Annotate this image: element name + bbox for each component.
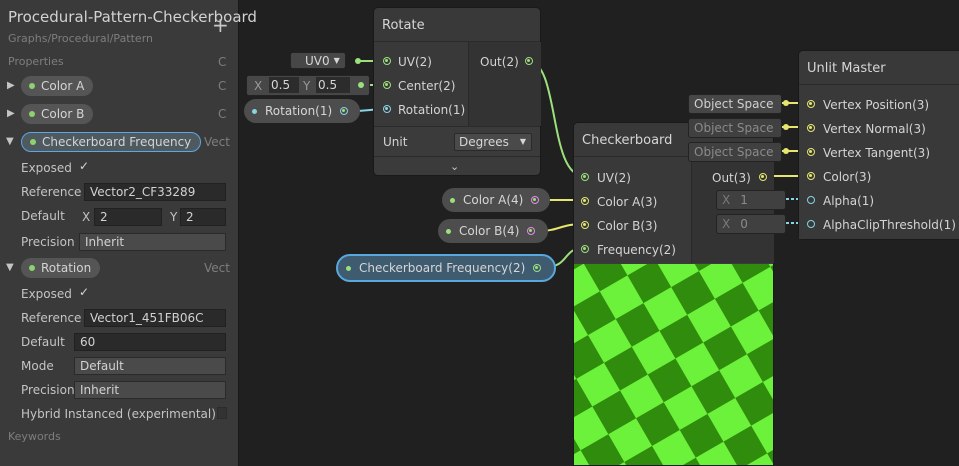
input-label: Color(3): [823, 170, 872, 184]
input-label: Color B(3): [597, 219, 658, 233]
center-x-value[interactable]: 0.5: [269, 77, 299, 93]
uv-channel-value: UV0: [305, 53, 330, 68]
input-label: Vertex Position(3): [823, 98, 930, 112]
center-port-dot-icon: [358, 82, 364, 88]
input-label: Vertex Normal(3): [823, 122, 926, 136]
checkerboard-node[interactable]: Checkerboard UV(2) Color A(3) Color B(3)…: [573, 122, 774, 466]
input-port-icon[interactable]: [581, 173, 589, 181]
space-dropdown-vertex-normal[interactable]: Object Space: [688, 118, 782, 138]
input-port-icon[interactable]: [581, 197, 589, 205]
color-a-property-node[interactable]: Color A(4): [442, 188, 550, 212]
input-label: UV(2): [597, 171, 631, 185]
input-port-icon[interactable]: [581, 221, 589, 229]
rotate-outputs: Out(2): [468, 42, 541, 126]
clip-value: 0: [740, 217, 748, 231]
input-label: Color A(3): [597, 195, 658, 209]
input-port-icon[interactable]: [807, 220, 815, 228]
output-port-icon[interactable]: [533, 264, 542, 272]
uv-port-dot-icon: [355, 58, 361, 64]
rotate-node-title: Rotate: [374, 8, 540, 42]
input-label: UV(2): [398, 55, 432, 69]
center-y-value[interactable]: 0.5: [316, 77, 350, 93]
checkerboard-outputs: Out(3): [691, 157, 774, 263]
output-port-icon[interactable]: [527, 227, 536, 235]
rotate-inputs: UV(2) Center(2) Rotation(1): [374, 42, 468, 126]
center-vector-field[interactable]: X 0.5 Y 0.5: [246, 75, 370, 96]
divider: [374, 156, 540, 157]
input-port-icon[interactable]: [581, 245, 589, 253]
space-dropdown-vertex-position[interactable]: Object Space: [688, 94, 782, 114]
input-port-icon[interactable]: [383, 57, 391, 65]
input-label: Vertex Tangent(3): [823, 146, 930, 160]
checkerboard-inputs: UV(2) Color A(3) Color B(3) Frequency(2): [574, 157, 691, 263]
collapse-chevron-icon[interactable]: ⌄: [450, 160, 459, 173]
uv-channel-dropdown[interactable]: UV0 ▼: [290, 52, 346, 69]
color-a-property-label: Color A(4): [463, 193, 524, 207]
unit-dropdown-value: Degrees: [459, 135, 509, 149]
checkerboard-preview: [574, 264, 773, 465]
alpha-value: 1: [740, 193, 748, 207]
unlit-master-title: Unlit Master: [799, 51, 959, 85]
unit-label: Unit: [383, 135, 408, 149]
checkerboard-frequency-property-node[interactable]: Checkerboard Frequency(2): [336, 254, 556, 282]
master-inputs: Vertex Position(3) Vertex Normal(3) Vert…: [799, 85, 959, 239]
output-label: Out(3): [712, 171, 751, 185]
input-port-icon[interactable]: [807, 100, 815, 108]
rotate-node[interactable]: Rotate UV(2) Center(2) Rotation(1) Out(2…: [373, 7, 541, 176]
color-b-property-label: Color B(4): [459, 224, 520, 238]
input-port-icon[interactable]: [383, 105, 391, 113]
divider: [374, 126, 540, 127]
property-dot-icon: [450, 197, 455, 203]
input-port-icon[interactable]: [807, 148, 815, 156]
input-port-icon[interactable]: [383, 81, 391, 89]
preview-surface: [574, 264, 773, 465]
dropdown-arrow-icon: ▼: [333, 56, 340, 65]
rotation-property-label: Rotation(1): [265, 104, 333, 118]
output-port-icon[interactable]: [340, 107, 349, 115]
property-dot-icon: [346, 265, 351, 271]
center-x-label: X: [254, 79, 263, 93]
alpha-value-field[interactable]: X1: [716, 190, 786, 210]
unlit-master-node[interactable]: Unlit Master Vertex Position(3) Vertex N…: [798, 50, 959, 240]
color-b-property-node[interactable]: Color B(4): [438, 219, 548, 243]
output-port-icon[interactable]: [531, 196, 540, 204]
input-label: Rotation(1): [398, 103, 466, 117]
input-label: Alpha(1): [823, 194, 875, 208]
clip-x-label: X: [722, 217, 731, 231]
input-label: Frequency(2): [597, 243, 676, 257]
output-label: Out(2): [480, 55, 519, 69]
property-dot-icon: [446, 228, 451, 234]
space-port-dot-icon: [783, 100, 789, 106]
input-port-icon[interactable]: [807, 196, 815, 204]
input-label: Center(2): [398, 79, 456, 93]
alpha-x-label: X: [722, 193, 731, 207]
input-port-icon[interactable]: [807, 124, 815, 132]
input-label: AlphaClipThreshold(1): [823, 218, 956, 232]
output-port-icon[interactable]: [525, 57, 533, 65]
rotation-property-node[interactable]: Rotation(1): [244, 99, 360, 123]
unit-dropdown[interactable]: Degrees ▼: [454, 133, 532, 151]
dropdown-arrow-icon: ▼: [519, 137, 526, 146]
space-port-dot-icon: [783, 124, 789, 130]
input-port-icon[interactable]: [807, 172, 815, 180]
center-y-label: Y: [303, 79, 311, 93]
property-dot-icon: [252, 108, 257, 114]
frequency-property-label: Checkerboard Frequency(2): [359, 261, 526, 275]
space-port-dot-icon: [783, 148, 789, 154]
clip-value-field[interactable]: X0: [716, 214, 786, 234]
output-port-icon[interactable]: [759, 173, 767, 181]
space-dropdown-vertex-tangent[interactable]: Object Space: [688, 142, 782, 162]
